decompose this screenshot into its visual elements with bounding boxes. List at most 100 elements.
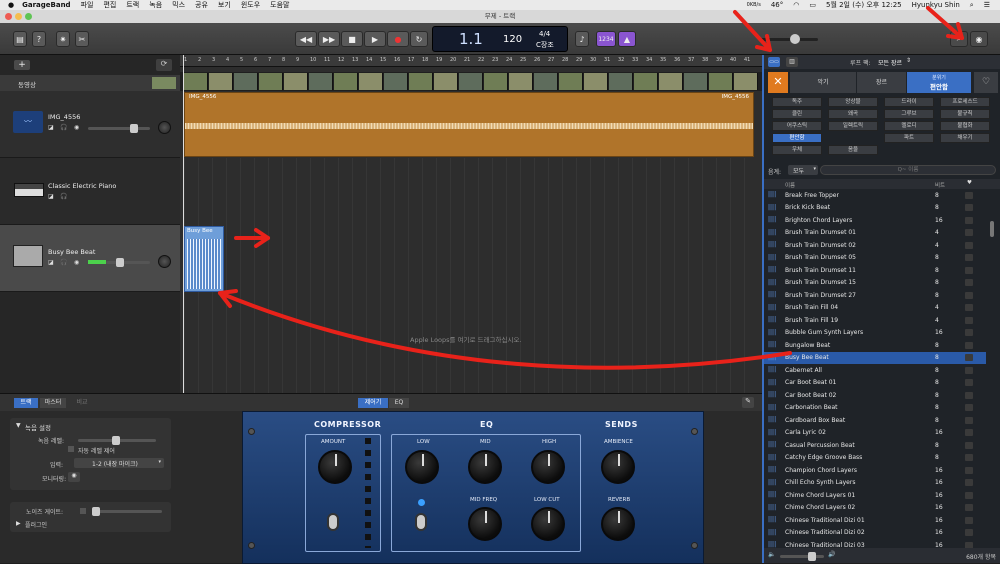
noise-gate-checkbox[interactable]: [80, 508, 86, 514]
loop-list-item[interactable]: |||| Brush Train Drumset 05 8: [764, 252, 986, 265]
audio-region[interactable]: IMG_4556 IMG_4556: [184, 92, 754, 157]
category-button[interactable]: 편안함: [772, 133, 822, 143]
record-level-slider[interactable]: [78, 436, 156, 445]
reset-button[interactable]: ✕: [768, 72, 788, 93]
menu-item-track[interactable]: 트랙: [126, 0, 139, 10]
input-monitor-icon[interactable]: ◉: [74, 259, 79, 266]
view-button-icon[interactable]: ▭▭: [768, 57, 780, 67]
menu-item-edit[interactable]: 편집: [103, 0, 116, 10]
favorite-checkbox[interactable]: [965, 204, 973, 212]
reverb-knob[interactable]: [601, 507, 635, 541]
loop-list-item[interactable]: |||| Chill Echo Synth Layers 16: [764, 477, 986, 490]
library-button[interactable]: ▤: [13, 31, 27, 47]
track-name[interactable]: Busy Bee Beat: [48, 248, 95, 256]
movie-track-header[interactable]: 동영상: [0, 75, 180, 91]
loop-list-item[interactable]: |||| Chinese Traditional Dizi 02 16: [764, 527, 986, 540]
stop-button[interactable]: ■: [341, 31, 363, 47]
menu-item-app[interactable]: GarageBand: [22, 1, 70, 9]
favorite-checkbox[interactable]: [965, 304, 973, 312]
favorite-checkbox[interactable]: [965, 504, 973, 512]
menu-item-record[interactable]: 녹음: [149, 0, 162, 10]
loop-list-item[interactable]: |||| Brush Train Drumset 27 8: [764, 289, 986, 302]
favorite-checkbox[interactable]: [965, 379, 973, 387]
loop-list-item[interactable]: |||| Chime Chord Layers 01 16: [764, 489, 986, 502]
help-button[interactable]: ?: [32, 31, 46, 47]
loop-list-item[interactable]: |||| Chime Chord Layers 02 16: [764, 502, 986, 515]
favorite-checkbox[interactable]: [965, 416, 973, 424]
fast-forward-button[interactable]: ▶▶: [318, 31, 340, 47]
tab-genre[interactable]: 장르: [857, 72, 906, 93]
edit-pencil-icon[interactable]: ✎: [742, 397, 754, 408]
favorite-checkbox[interactable]: [965, 241, 973, 249]
low-knob[interactable]: [405, 450, 439, 484]
amount-knob[interactable]: [318, 450, 352, 484]
favorite-checkbox[interactable]: [965, 429, 973, 437]
loop-list-item[interactable]: |||| Bubble Gum Synth Layers 16: [764, 327, 986, 340]
add-track-button[interactable]: +: [14, 60, 30, 70]
category-button[interactable]: 일렉트릭: [828, 121, 878, 131]
plugin-tab-controls[interactable]: 제어기: [358, 398, 388, 408]
favorite-checkbox[interactable]: [965, 279, 973, 287]
loop-list-item[interactable]: |||| Bungalow Beat 8: [764, 339, 986, 352]
loop-pack-select[interactable]: 모든 장르: [878, 58, 902, 67]
loop-list-item[interactable]: |||| Brush Train Drumset 11 8: [764, 264, 986, 277]
headphones-icon[interactable]: 🎧: [60, 259, 67, 266]
ruler[interactable]: 1 2 3 4 5 6 7 8 9 10 11 12 13 14 15 16 17 18 19 20 21 22 23 24 2…: [180, 55, 762, 67]
loop-region[interactable]: Busy Bee: [184, 226, 224, 292]
favorite-checkbox[interactable]: [965, 479, 973, 487]
close-window-button[interactable]: [5, 13, 12, 20]
tuner-button[interactable]: ♪: [575, 31, 589, 47]
column-view-icon[interactable]: ▥: [786, 57, 798, 67]
notepad-button[interactable]: ⌕: [950, 31, 968, 47]
loop-list-item[interactable]: |||| Car Boot Beat 02 8: [764, 389, 986, 402]
column-beats-header[interactable]: 비트: [935, 181, 945, 189]
track-header-piano[interactable]: Classic Electric Piano ◪ 🎧: [0, 158, 180, 225]
loop-list-item[interactable]: |||| Champion Chord Layers 16: [764, 464, 986, 477]
scale-select[interactable]: 모두 ▾: [788, 165, 818, 175]
loop-list-item[interactable]: |||| Carbonation Beat 8: [764, 402, 986, 415]
favorite-checkbox[interactable]: [965, 529, 973, 537]
mute-icon[interactable]: ◪: [48, 193, 54, 200]
loop-list-item[interactable]: |||| Brush Train Fill 04 4: [764, 302, 986, 315]
loop-list-item[interactable]: |||| Chinese Traditional Dizi 01 16: [764, 514, 986, 527]
loop-list-item[interactable]: |||| Brush Train Drumset 15 8: [764, 277, 986, 290]
favorite-checkbox[interactable]: [965, 254, 973, 262]
tracks-area[interactable]: 1 2 3 4 5 6 7 8 9 10 11 12 13 14 15 16 17 18 19 20 21 22 23 24 2…: [180, 55, 762, 393]
menu-item-view[interactable]: 보기: [218, 0, 231, 10]
loop-list-item[interactable]: |||| Brighton Chord Layers 16: [764, 214, 986, 227]
count-in-button[interactable]: 1234: [596, 31, 616, 47]
menu-item-mix[interactable]: 믹스: [172, 0, 185, 10]
category-button[interactable]: 클린: [772, 109, 822, 119]
track-volume-slider[interactable]: [88, 124, 150, 133]
loop-list-item[interactable]: |||| Brick Kick Beat 8: [764, 202, 986, 215]
category-button[interactable]: 음울: [828, 145, 878, 155]
search-input[interactable]: Q~ 이름: [820, 165, 996, 175]
category-button[interactable]: 불규칙: [940, 109, 990, 119]
track-volume-slider[interactable]: [106, 258, 150, 267]
disclosure-triangle-icon[interactable]: ▼: [16, 422, 21, 429]
mute-icon[interactable]: ◪: [48, 259, 54, 266]
category-button[interactable]: 앙상블: [828, 97, 878, 107]
metronome-icon[interactable]: ▲: [618, 31, 636, 47]
loop-list-item[interactable]: |||| Carla Lyric 02 16: [764, 427, 986, 440]
favorite-checkbox[interactable]: [965, 366, 973, 374]
headphones-icon[interactable]: 🎧: [60, 193, 67, 200]
category-button[interactable]: 불협화: [940, 121, 990, 131]
category-button[interactable]: 멜로디: [884, 121, 934, 131]
loop-list-item[interactable]: |||| Cardboard Box Beat 8: [764, 414, 986, 427]
column-name-header[interactable]: 이름: [785, 181, 795, 189]
minimize-window-button[interactable]: [15, 13, 22, 20]
favorites-heart-icon[interactable]: ♡: [974, 72, 998, 93]
battery-icon[interactable]: ▭: [809, 1, 816, 9]
track-header-drums[interactable]: Busy Bee Beat ◪ 🎧 ◉: [0, 225, 180, 292]
tab-mood[interactable]: 분위기 편안함: [907, 72, 971, 93]
loop-browser-button[interactable]: ◉: [970, 31, 988, 47]
loop-list-item[interactable]: |||| Brush Train Fill 19 4: [764, 314, 986, 327]
category-button[interactable]: 우체: [772, 145, 822, 155]
tab-instrument[interactable]: 악기: [790, 72, 856, 93]
tab-track[interactable]: 트랙: [14, 398, 38, 408]
favorite-checkbox[interactable]: [965, 491, 973, 499]
wifi-icon[interactable]: ◠: [793, 1, 799, 9]
plugins-label[interactable]: 플러그인: [25, 520, 47, 529]
apple-menu-icon[interactable]: ●: [8, 1, 14, 9]
